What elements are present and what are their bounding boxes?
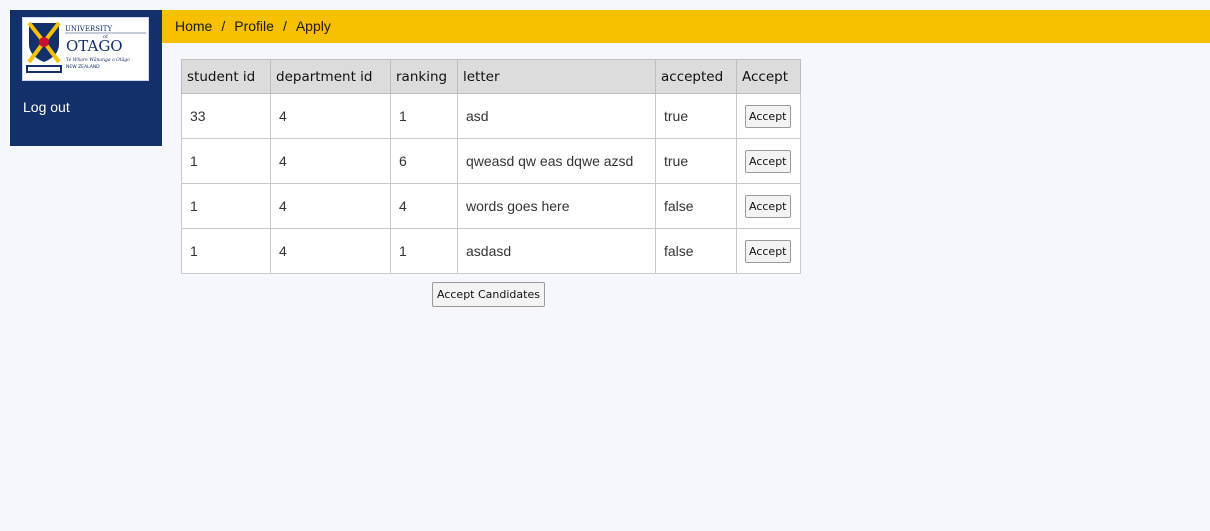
cell-letter: words goes here [457, 183, 656, 229]
cell-accept: Accept [736, 228, 801, 274]
cell-ranking: 1 [390, 228, 458, 274]
logout-link[interactable]: Log out [23, 99, 70, 115]
cell-accepted: true [655, 138, 737, 184]
logo-text-otago: OTAGO [66, 37, 123, 55]
logo-text-maori: Te Whare Wānanga o Otāgo [66, 57, 130, 63]
cell-accepted: true [655, 93, 737, 139]
accept-candidates-button[interactable]: Accept Candidates [432, 282, 545, 307]
table-row: 33 4 1 asd true Accept [181, 93, 801, 139]
cell-accept: Accept [736, 138, 801, 184]
header-letter: letter [457, 59, 656, 94]
table-row: 1 4 1 asdasd false Accept [181, 228, 801, 274]
cell-accept: Accept [736, 93, 801, 139]
cell-student-id: 33 [181, 93, 271, 139]
breadcrumb-profile[interactable]: Profile [234, 18, 274, 34]
table-header-row: student id department id ranking letter … [181, 59, 801, 94]
breadcrumb-separator: / [282, 18, 287, 34]
cell-accepted: false [655, 228, 737, 274]
otago-crest-icon: UNIVERSITY of OTAGO Te Whare Wānanga o O… [26, 21, 146, 73]
logo-text-university: UNIVERSITY [65, 25, 112, 33]
cell-letter: qweasd qw eas dqwe azsd [457, 138, 656, 184]
university-logo[interactable]: UNIVERSITY of OTAGO Te Whare Wānanga o O… [22, 17, 149, 81]
header-department-id: department id [270, 59, 391, 94]
accept-button[interactable]: Accept [745, 104, 791, 128]
cell-student-id: 1 [181, 183, 271, 229]
cell-department-id: 4 [270, 93, 391, 139]
cell-letter: asdasd [457, 228, 656, 274]
accept-button[interactable]: Accept [745, 149, 791, 173]
header-accept: Accept [736, 59, 801, 94]
header-ranking: ranking [390, 59, 458, 94]
cell-accepted: false [655, 183, 737, 229]
cell-department-id: 4 [270, 183, 391, 229]
cell-ranking: 1 [390, 93, 458, 139]
breadcrumb-separator: / [221, 18, 226, 34]
accept-button[interactable]: Accept [745, 194, 791, 218]
cell-department-id: 4 [270, 228, 391, 274]
logo-text-nz: NEW ZEALAND [66, 64, 100, 70]
applications-table: student id department id ranking letter … [181, 59, 801, 274]
accept-button[interactable]: Accept [745, 239, 791, 263]
header-student-id: student id [181, 59, 271, 94]
cell-letter: asd [457, 93, 656, 139]
cell-student-id: 1 [181, 228, 271, 274]
breadcrumb-apply[interactable]: Apply [296, 18, 331, 34]
cell-student-id: 1 [181, 138, 271, 184]
table-row: 1 4 6 qweasd qw eas dqwe azsd true Accep… [181, 138, 801, 184]
cell-department-id: 4 [270, 138, 391, 184]
cell-ranking: 4 [390, 183, 458, 229]
breadcrumb: Home / Profile / Apply [175, 18, 331, 34]
breadcrumb-home[interactable]: Home [175, 18, 212, 34]
table-row: 1 4 4 words goes here false Accept [181, 183, 801, 229]
cell-ranking: 6 [390, 138, 458, 184]
cell-accept: Accept [736, 183, 801, 229]
header-accepted: accepted [655, 59, 737, 94]
